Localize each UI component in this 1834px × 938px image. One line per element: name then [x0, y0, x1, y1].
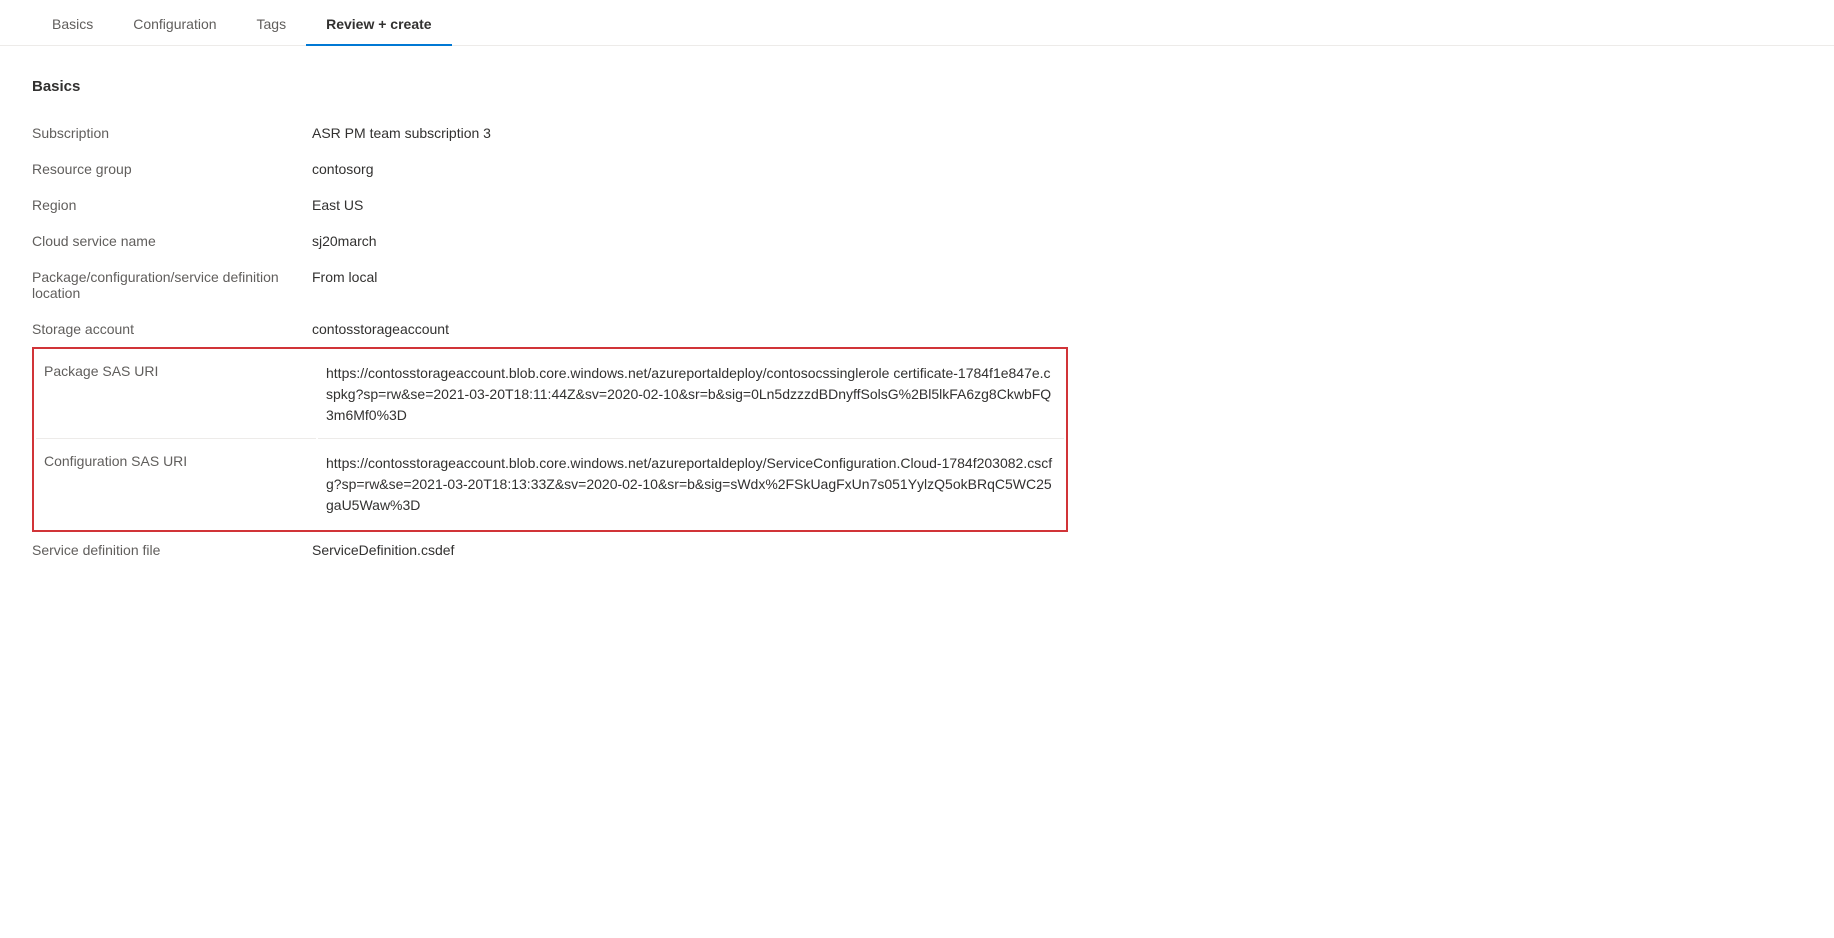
label-service-definition-file: Service definition file — [32, 532, 312, 568]
value-resource-group: contosorg — [312, 151, 1068, 187]
value-package-location: From local — [312, 259, 1068, 311]
highlighted-block-row: Package SAS URI https://contosstorageacc… — [32, 347, 1068, 532]
review-content: Basics Subscription ASR PM team subscrip… — [0, 46, 1100, 600]
label-subscription: Subscription — [32, 115, 312, 151]
value-configuration-sas-uri: https://contosstorageaccount.blob.core.w… — [318, 441, 1064, 528]
tabs-bar: Basics Configuration Tags Review + creat… — [0, 0, 1834, 46]
tab-tags[interactable]: Tags — [237, 0, 307, 46]
value-region: East US — [312, 187, 1068, 223]
value-storage-account: contosstorageaccount — [312, 311, 1068, 347]
row-package-location: Package/configuration/service definition… — [32, 259, 1068, 311]
value-package-sas-uri: https://contosstorageaccount.blob.core.w… — [318, 351, 1064, 439]
review-table: Subscription ASR PM team subscription 3 … — [32, 115, 1068, 347]
highlighted-section: Package SAS URI https://contosstorageacc… — [32, 347, 1068, 532]
row-subscription: Subscription ASR PM team subscription 3 — [32, 115, 1068, 151]
label-package-sas-uri: Package SAS URI — [36, 351, 316, 439]
value-subscription: ASR PM team subscription 3 — [312, 115, 1068, 151]
label-resource-group: Resource group — [32, 151, 312, 187]
label-storage-account: Storage account — [32, 311, 312, 347]
label-configuration-sas-uri: Configuration SAS URI — [36, 441, 316, 528]
row-resource-group: Resource group contosorg — [32, 151, 1068, 187]
section-title: Basics — [32, 78, 1068, 95]
value-service-definition-file: ServiceDefinition.csdef — [312, 532, 1068, 568]
tab-configuration[interactable]: Configuration — [113, 0, 236, 46]
tab-review-create[interactable]: Review + create — [306, 0, 451, 46]
row-storage-account: Storage account contosstorageaccount — [32, 311, 1068, 347]
row-configuration-sas-uri: Configuration SAS URI https://contosstor… — [36, 441, 1064, 528]
highlighted-border-box: Package SAS URI https://contosstorageacc… — [32, 347, 1068, 532]
review-table-bottom: Service definition file ServiceDefinitio… — [32, 532, 1068, 568]
value-cloud-service-name: sj20march — [312, 223, 1068, 259]
row-region: Region East US — [32, 187, 1068, 223]
row-package-sas-uri: Package SAS URI https://contosstorageacc… — [36, 351, 1064, 439]
label-cloud-service-name: Cloud service name — [32, 223, 312, 259]
row-service-definition-file: Service definition file ServiceDefinitio… — [32, 532, 1068, 568]
label-package-location: Package/configuration/service definition… — [32, 259, 312, 311]
tab-basics[interactable]: Basics — [32, 0, 113, 46]
highlighted-fields-table: Package SAS URI https://contosstorageacc… — [34, 349, 1066, 530]
label-region: Region — [32, 187, 312, 223]
row-cloud-service-name: Cloud service name sj20march — [32, 223, 1068, 259]
